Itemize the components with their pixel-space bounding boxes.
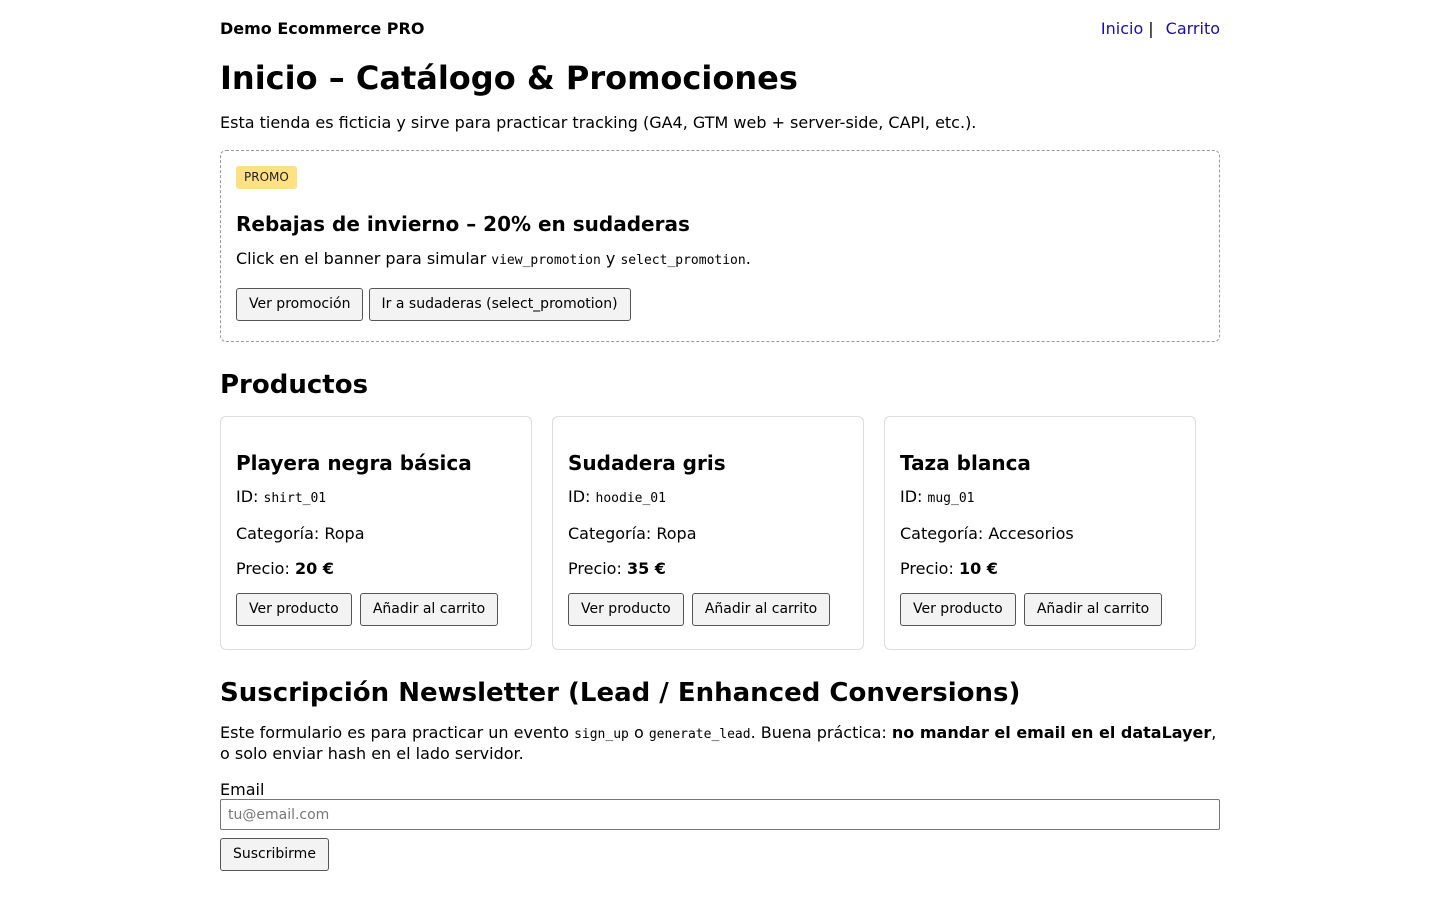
newsletter-desc-text: o [628, 723, 649, 742]
view-promotion-button[interactable]: Ver promoción [236, 288, 364, 321]
product-price: 10 € [958, 559, 998, 578]
product-category: Ropa [656, 524, 697, 543]
product-list: Playera negra básica ID: shirt_01 Catego… [220, 416, 1220, 650]
promo-desc-text: y [600, 249, 621, 268]
nav-separator: | [1148, 19, 1154, 38]
product-actions: Ver producto Añadir al carrito [900, 593, 1180, 626]
page-container: Demo Ecommerce PRO Inicio | Carrito Inicio… [220, 0, 1220, 871]
email-label: Email [220, 780, 265, 799]
promo-code-select-promotion: select_promotion [620, 253, 746, 268]
promo-description: Click en el banner para simular view_pro… [236, 249, 1204, 271]
product-id: hoodie_01 [595, 491, 666, 506]
promo-title: Rebajas de invierno – 20% en sudaderas [236, 212, 690, 236]
view-product-button[interactable]: Ver producto [236, 593, 352, 626]
newsletter-description: Este formulario es para practicar un eve… [220, 723, 1220, 763]
intro-text: Esta tienda es ficticia y sirve para pra… [220, 113, 977, 132]
newsletter-desc-text: Este formulario es para practicar un eve… [220, 723, 575, 742]
newsletter-desc-text: . Buena práctica: [750, 723, 892, 742]
add-to-cart-button[interactable]: Añadir al carrito [691, 593, 831, 626]
promo-desc-text: . [745, 249, 751, 268]
product-price: 35 € [626, 559, 666, 578]
product-id-row: ID: mug_01 [900, 487, 1180, 509]
promo-actions: Ver promoción Ir a sudaderas (select_pro… [236, 288, 1204, 321]
newsletter-heading: Suscripción Newsletter (Lead / Enhanced … [220, 678, 1021, 708]
view-product-button[interactable]: Ver producto [568, 593, 684, 626]
newsletter-desc-bold: no mandar el email en el dataLayer [891, 723, 1212, 742]
product-card: Playera negra básica ID: shirt_01 Catego… [220, 416, 532, 650]
product-category-row: Categoría: Ropa [236, 524, 516, 544]
page-title: Inicio – Catálogo & Promociones [220, 59, 798, 97]
product-actions: Ver producto Añadir al carrito [236, 593, 516, 626]
product-price: 20 € [294, 559, 334, 578]
product-category-label: Categoría: [900, 524, 989, 543]
subscribe-button[interactable]: Suscribirme [220, 838, 329, 871]
product-id-label: ID: [568, 487, 596, 506]
promo-banner[interactable]: PROMO Rebajas de invierno – 20% en sudad… [220, 150, 1220, 342]
product-category-label: Categoría: [568, 524, 657, 543]
promo-code-view-promotion: view_promotion [491, 253, 601, 268]
product-id: shirt_01 [263, 491, 327, 506]
product-id: mug_01 [927, 491, 975, 506]
product-card: Taza blanca ID: mug_01 Categoría: Acceso… [884, 416, 1196, 650]
nav-link-cart[interactable]: Carrito [1166, 19, 1220, 38]
brand-name: Demo Ecommerce PRO [220, 19, 425, 38]
product-card: Sudadera gris ID: hoodie_01 Categoría: R… [552, 416, 864, 650]
products-heading: Productos [220, 370, 369, 400]
product-name: Sudadera gris [568, 451, 726, 475]
product-id-label: ID: [900, 487, 928, 506]
main-nav: Inicio | Carrito [1101, 19, 1220, 38]
product-price-label: Precio: [568, 559, 627, 578]
product-actions: Ver producto Añadir al carrito [568, 593, 848, 626]
email-input[interactable] [220, 799, 1220, 830]
product-name: Playera negra básica [236, 451, 472, 475]
product-name: Taza blanca [900, 451, 1031, 475]
promo-desc-text: Click en el banner para simular [236, 249, 492, 268]
product-category-row: Categoría: Ropa [568, 524, 848, 544]
promo-badge: PROMO [236, 166, 297, 189]
product-price-label: Precio: [236, 559, 295, 578]
product-category-label: Categoría: [236, 524, 325, 543]
newsletter-code-generate-lead: generate_lead [648, 727, 751, 742]
product-id-label: ID: [236, 487, 264, 506]
product-id-row: ID: shirt_01 [236, 487, 516, 509]
add-to-cart-button[interactable]: Añadir al carrito [359, 593, 499, 626]
product-id-row: ID: hoodie_01 [568, 487, 848, 509]
product-price-row: Precio: 20 € [236, 559, 516, 579]
product-category: Accesorios [988, 524, 1074, 543]
product-category-row: Categoría: Accesorios [900, 524, 1180, 544]
product-category: Ropa [324, 524, 365, 543]
nav-link-home[interactable]: Inicio [1101, 19, 1143, 38]
product-price-row: Precio: 35 € [568, 559, 848, 579]
view-product-button[interactable]: Ver producto [900, 593, 1016, 626]
product-price-label: Precio: [900, 559, 959, 578]
product-price-row: Precio: 10 € [900, 559, 1180, 579]
newsletter-form: Email Suscribirme [220, 780, 1220, 871]
site-header: Demo Ecommerce PRO Inicio | Carrito [220, 0, 1220, 58]
newsletter-code-sign-up: sign_up [574, 727, 629, 742]
add-to-cart-button[interactable]: Añadir al carrito [1023, 593, 1163, 626]
select-promotion-button[interactable]: Ir a sudaderas (select_promotion) [368, 288, 631, 321]
